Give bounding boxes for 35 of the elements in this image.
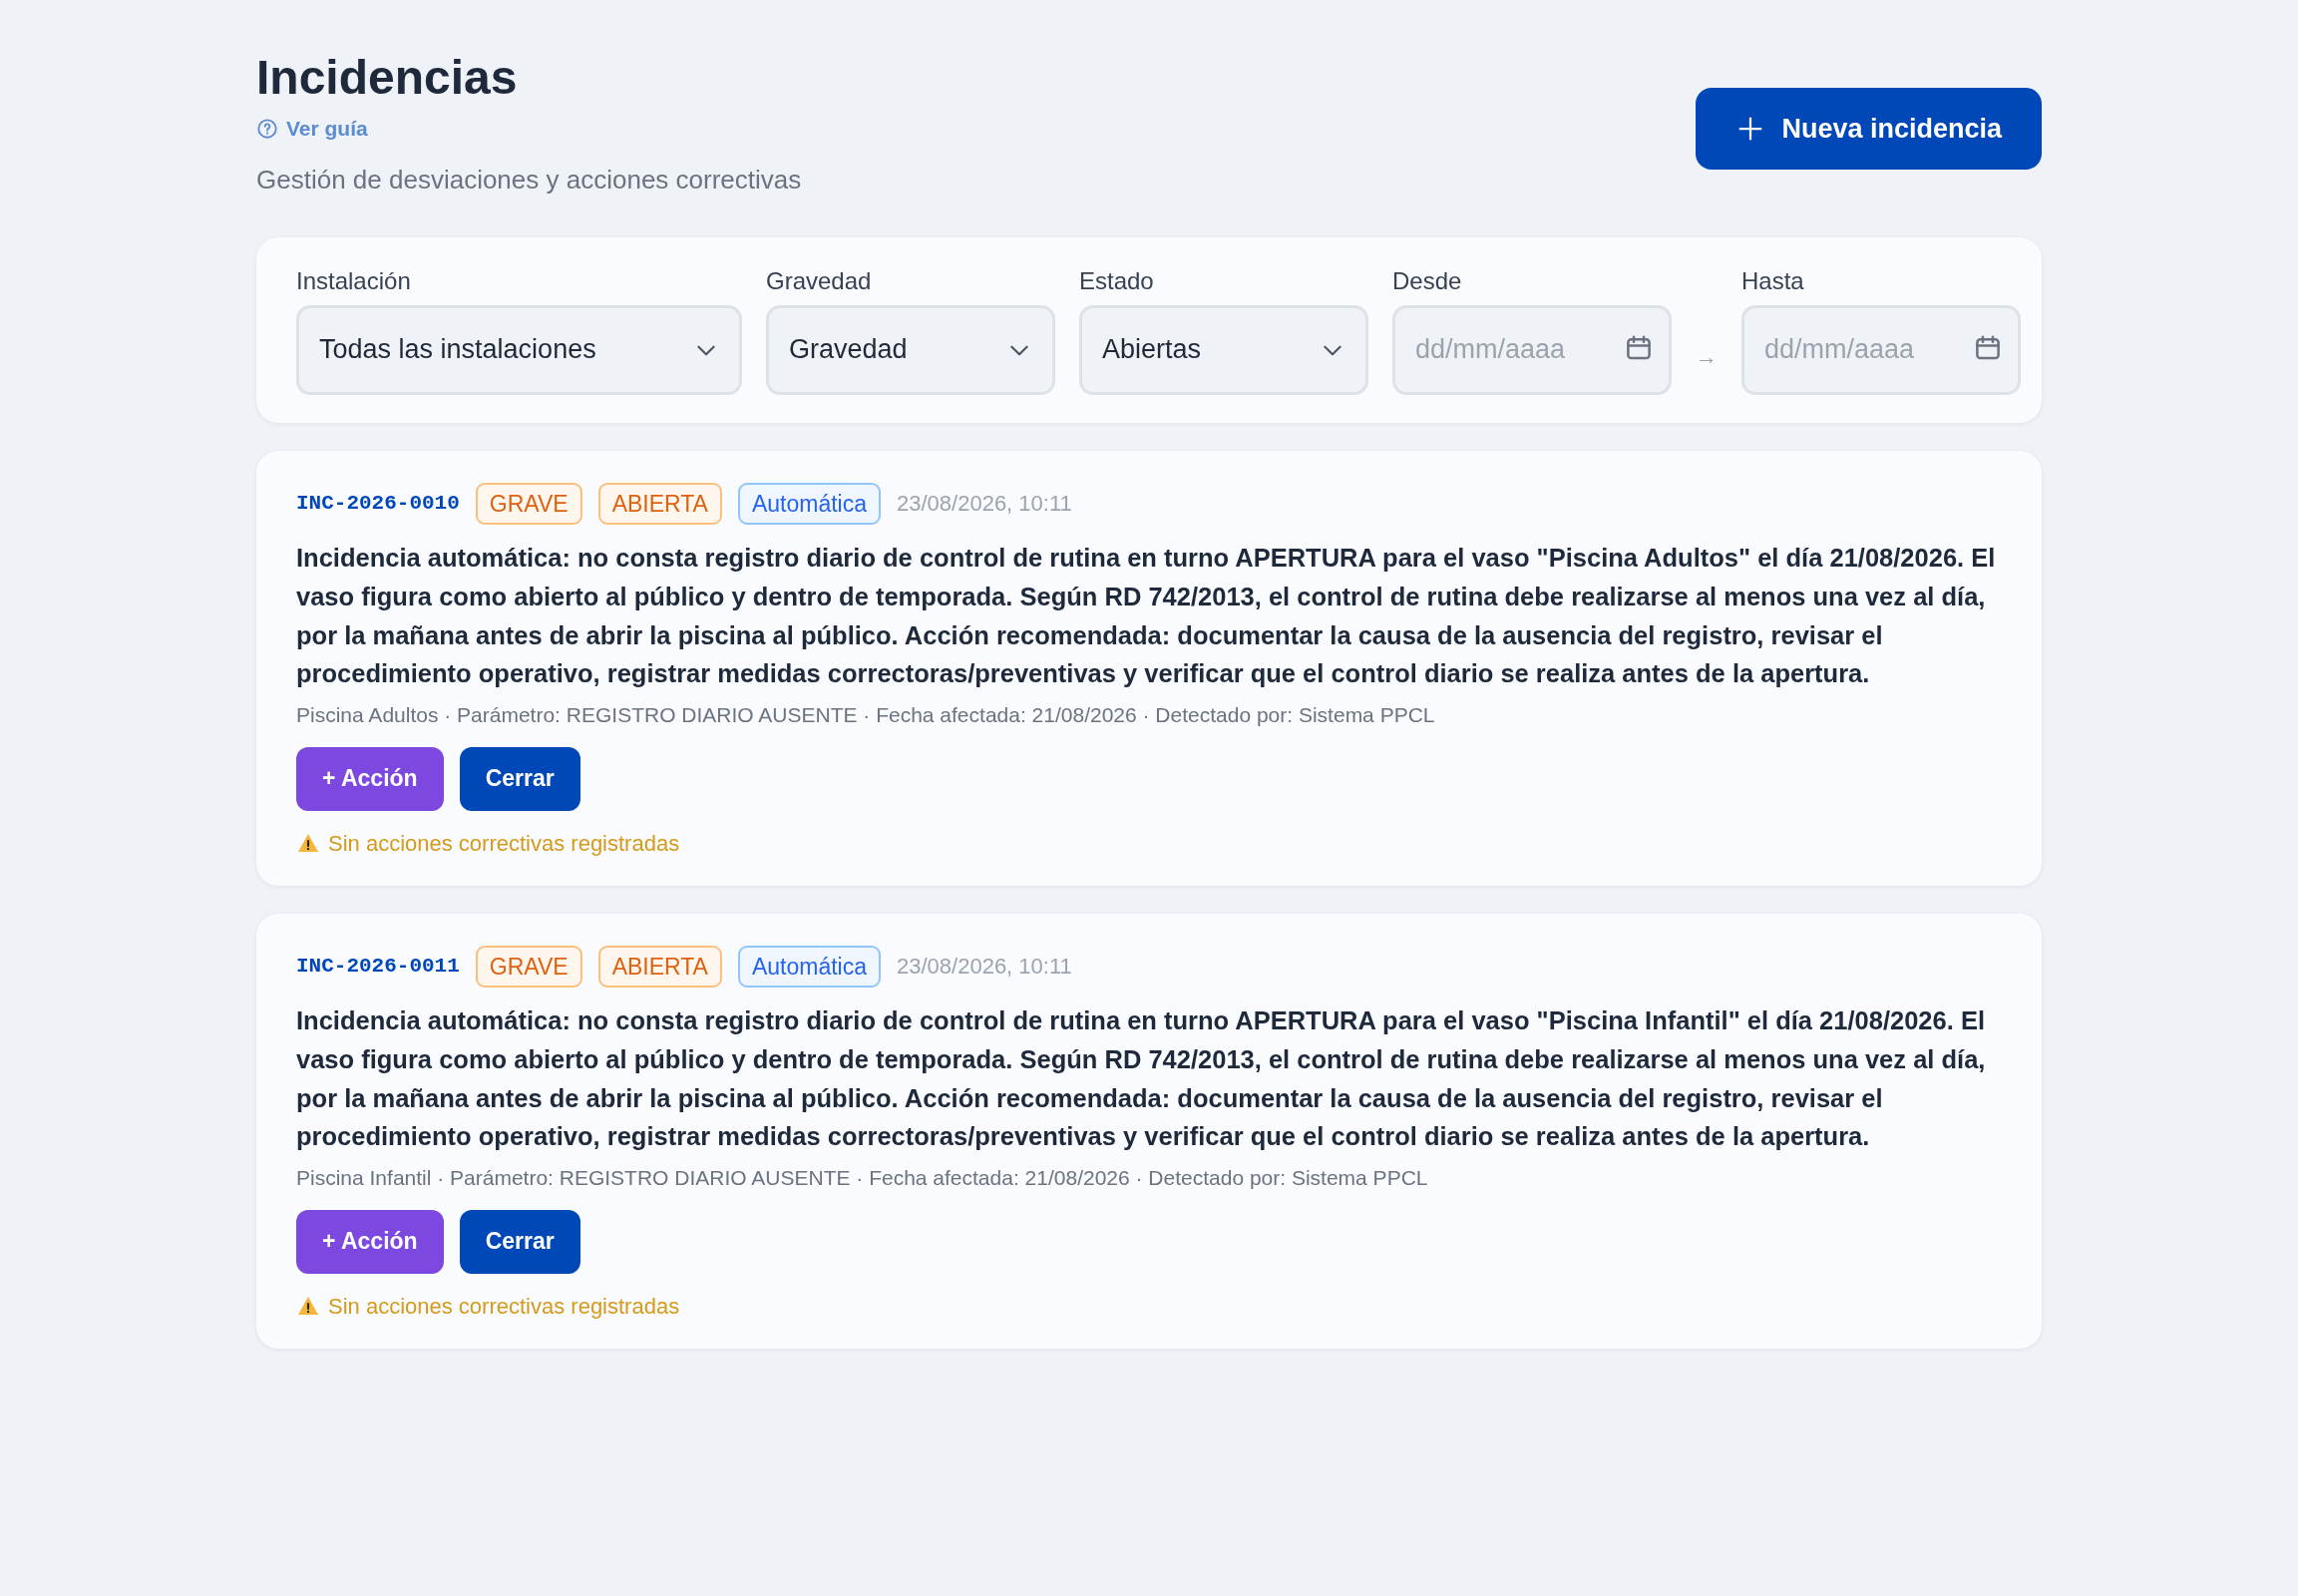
incident-code: INC-2026-0010: [296, 491, 460, 518]
incident-details: Piscina Infantil · Parámetro: REGISTRO DIARIO AUSENTE · Fecha afectada: 21/08/2026 · Detectado por: Sistema PPCL: [296, 1165, 1429, 1192]
select-field[interactable]: Todas las instalaciones: [296, 304, 742, 395]
page-subtitle: Gestión de desviaciones y acciones correctivas: [256, 163, 802, 197]
status-tag: ABIERTA: [597, 945, 722, 989]
filter-label: Instalación: [296, 265, 412, 296]
filter-label: Desde: [1392, 265, 1463, 296]
close-incident-button[interactable]: Cerrar: [459, 746, 580, 811]
add-action-button[interactable]: + Acción: [296, 1209, 444, 1274]
arrow-separator: →: [1696, 342, 1718, 371]
origin-tag: Automática: [737, 945, 881, 989]
severity-tag: GRAVE: [475, 945, 582, 989]
incident-description: Incidencia automática: no consta registro diario de control de rutina en turno APERTURA para el vaso "Piscina Adultos" el día 21/08/2026. El vaso figura como abierto al público y dentro de temporada. Según RD 742/2013, el control de rutina debe realizarse al menos una vez al día, por la mañana antes de abrir la piscina al público. Acción recomendada: documentar la causa de la ausencia del registro, revisar el procedimiento operativo, registrar medidas correctoras/preventivas y verificar que el control diario se realiza antes de la apertura.: [296, 543, 1997, 690]
date-field[interactable]: dd/mm/aaaa: [1741, 304, 2021, 395]
status-tag: ABIERTA: [597, 482, 722, 526]
severity-tag: GRAVE: [475, 482, 582, 526]
timestamp: 23/08/2026, 10:11: [897, 490, 1072, 519]
new-incident-button[interactable]: Nueva incidencia: [1696, 88, 2042, 170]
warning-text: Sin acciones correctivas registradas: [328, 829, 680, 858]
incident-details: Piscina Adultos · Parámetro: REGISTRO DIARIO AUSENTE · Fecha afectada: 21/08/2026 · Detectado por: Sistema PPCL: [296, 702, 1436, 729]
close-incident-button[interactable]: Cerrar: [459, 1209, 580, 1274]
incident-code: INC-2026-0011: [296, 954, 460, 981]
date-field[interactable]: dd/mm/aaaa: [1392, 304, 1672, 395]
select-field[interactable]: Abiertas: [1079, 304, 1368, 395]
warning-text: Sin acciones correctivas registradas: [328, 1292, 680, 1321]
timestamp: 23/08/2026, 10:11: [897, 953, 1072, 982]
incident-description: Incidencia automática: no consta registro diario de control de rutina en turno APERTURA para el vaso "Piscina Infantil" el día 21/08/2026. El vaso figura como abierto al público y dentro de temporada. Según RD 742/2013, el control de rutina debe realizarse al menos una vez al día, por la mañana antes de abrir la piscina al público. Acción recomendada: documentar la causa de la ausencia del registro, revisar el procedimiento operativo, registrar medidas correctoras/preventivas y verificar que el control diario se realiza antes de la apertura.: [296, 1005, 1987, 1153]
add-action-button[interactable]: + Acción: [296, 746, 444, 811]
origin-tag: Automática: [737, 482, 881, 526]
filter-label: Hasta: [1741, 265, 1805, 296]
select-field[interactable]: Gravedad: [766, 304, 1055, 395]
page-title: Incidencias: [256, 52, 519, 105]
filter-label: Gravedad: [766, 265, 873, 296]
help-icon: [256, 117, 278, 140]
filter-label: Estado: [1079, 265, 1155, 296]
